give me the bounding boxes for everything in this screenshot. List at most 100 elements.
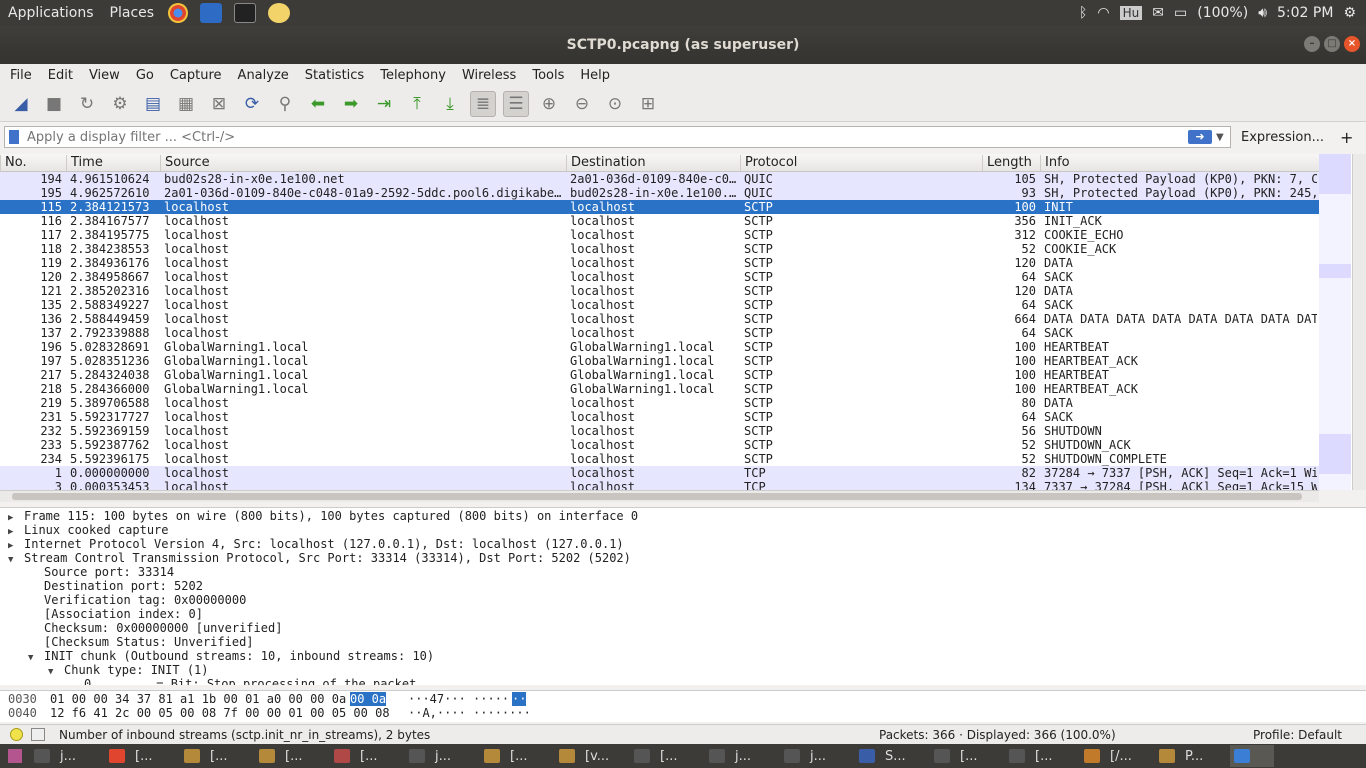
apply-filter-arrow-icon[interactable]: ➜ xyxy=(1188,130,1212,144)
packet-row[interactable]: 231 5.592317727 localhost localhost SCTP 64 SA… xyxy=(0,410,1319,424)
packet-row[interactable]: 195 4.962572610 2a01-036d-0109-840e-c048-0… xyxy=(0,186,1319,200)
go-first-icon[interactable]: ⤒ xyxy=(404,91,430,117)
taskbar-window-button[interactable]: [... xyxy=(480,745,552,767)
packet-list-scrollbar[interactable] xyxy=(1319,154,1366,490)
colorize-icon[interactable]: ☰ xyxy=(503,90,529,117)
volume-icon[interactable]: 🔊︎ xyxy=(1258,5,1267,21)
taskbar-window-button[interactable]: [... xyxy=(330,745,402,767)
packet-row[interactable]: 232 5.592369159 localhost localhost SCTP 56 SH… xyxy=(0,424,1319,438)
terminal-icon[interactable] xyxy=(234,3,257,23)
taskbar-window-button[interactable]: [v... xyxy=(555,745,627,767)
find-packet-icon[interactable]: ⚲ xyxy=(272,91,298,117)
close-button[interactable]: × xyxy=(1344,36,1360,52)
detail-row[interactable]: ▼ Stream Control Transmission Protocol, S… xyxy=(8,551,631,565)
scrollbar-thumb[interactable] xyxy=(12,493,1302,500)
taskbar-window-button[interactable]: [... xyxy=(255,745,327,767)
menu-wireless[interactable]: Wireless xyxy=(452,68,522,83)
taskbar-window-button[interactable]: j... xyxy=(780,745,852,767)
menu-tools[interactable]: Tools xyxy=(522,68,570,83)
go-last-icon[interactable]: ⤓ xyxy=(437,91,463,117)
expanded-triangle-icon[interactable]: ▼ xyxy=(8,553,18,567)
thunderbird-icon[interactable] xyxy=(200,3,223,23)
menu-help[interactable]: Help xyxy=(570,68,616,83)
detail-row[interactable]: ▼ Chunk type: INIT (1) xyxy=(48,663,209,677)
packet-row[interactable]: 119 2.384936176 localhost localhost SCTP 120 D… xyxy=(0,256,1319,270)
menu-telephony[interactable]: Telephony xyxy=(370,68,452,83)
reload-file-icon[interactable]: ⟳ xyxy=(239,91,265,117)
applications-menu[interactable]: Applications xyxy=(0,5,102,21)
column-header-time[interactable]: Time xyxy=(66,155,160,171)
column-header-info[interactable]: Info xyxy=(1040,155,1319,171)
taskbar-window-button[interactable]: [... xyxy=(930,745,1002,767)
detail-row[interactable]: ▶ Internet Protocol Version 4, Src: local… xyxy=(8,537,624,551)
zoom-in-icon[interactable]: ⊕ xyxy=(536,91,562,117)
minimize-button[interactable]: – xyxy=(1304,36,1320,52)
display-filter-input[interactable] xyxy=(27,129,1188,145)
packet-row[interactable]: 121 2.385202316 localhost localhost SCTP 120 D… xyxy=(0,284,1319,298)
packet-row[interactable]: 136 2.588449459 localhost localhost SCTP 664 D… xyxy=(0,312,1319,326)
keyboard-layout[interactable]: Hu xyxy=(1119,6,1143,20)
stop-capture-icon[interactable]: ■ xyxy=(41,91,67,117)
menu-capture[interactable]: Capture xyxy=(160,68,228,83)
places-menu[interactable]: Places xyxy=(102,5,163,21)
restart-capture-icon[interactable]: ↻ xyxy=(74,91,100,117)
menu-statistics[interactable]: Statistics xyxy=(295,68,370,83)
column-header-length[interactable]: Length xyxy=(982,155,1040,171)
chrome-icon[interactable] xyxy=(168,3,189,23)
horizontal-scrollbar[interactable] xyxy=(0,490,1319,502)
packet-row[interactable]: 219 5.389706588 localhost localhost SCTP 80 DA… xyxy=(0,396,1319,410)
packet-row[interactable]: 115 2.384121573 localhost localhost SCTP 100 I… xyxy=(0,200,1319,214)
column-header-no[interactable]: No. xyxy=(0,155,66,171)
detail-row[interactable]: ▶ Linux cooked capture xyxy=(8,523,169,537)
packet-row[interactable]: 217 5.284324038 GlobalWarning1.local Global… xyxy=(0,368,1319,382)
packet-row[interactable]: 234 5.592396175 localhost localhost SCTP 52 SH… xyxy=(0,452,1319,466)
go-forward-icon[interactable]: ➡ xyxy=(338,91,364,117)
detail-row[interactable]: [Association index: 0] xyxy=(38,607,203,621)
capture-options-gear-icon[interactable]: ⚙ xyxy=(107,91,133,117)
go-to-packet-icon[interactable]: ⇥ xyxy=(371,91,397,117)
packet-row[interactable]: 118 2.384238553 localhost localhost SCTP 52 CO… xyxy=(0,242,1319,256)
maximize-button[interactable]: □ xyxy=(1324,36,1340,52)
taskbar-window-button[interactable] xyxy=(1230,745,1274,767)
taskbar-window-button[interactable]: [... xyxy=(105,745,177,767)
taskbar-window-button[interactable]: P... xyxy=(1155,745,1227,767)
taskbar-window-button[interactable]: S... xyxy=(855,745,927,767)
packet-row[interactable]: 135 2.588349227 localhost localhost SCTP 64 SA… xyxy=(0,298,1319,312)
add-filter-button[interactable]: + xyxy=(1340,128,1353,147)
vertical-scrollbar-track[interactable] xyxy=(1352,154,1366,490)
profile-label[interactable]: Profile: Default xyxy=(1253,728,1342,742)
menu-analyze[interactable]: Analyze xyxy=(228,68,295,83)
show-desktop-icon[interactable] xyxy=(8,749,22,763)
taskbar-window-button[interactable]: j... xyxy=(705,745,777,767)
zoom-normal-icon[interactable]: ⊙ xyxy=(602,91,628,117)
expanded-triangle-icon[interactable]: ▼ xyxy=(48,665,58,679)
mail-icon[interactable]: ✉ xyxy=(1152,5,1164,21)
menu-view[interactable]: View xyxy=(79,68,126,83)
expanded-triangle-icon[interactable]: ▼ xyxy=(28,651,38,665)
filter-history-dropdown-icon[interactable]: ▼ xyxy=(1216,132,1230,143)
column-header-protocol[interactable]: Protocol xyxy=(740,155,982,171)
packet-row[interactable]: 120 2.384958667 localhost localhost SCTP 64 SA… xyxy=(0,270,1319,284)
expert-info-icon[interactable] xyxy=(10,728,23,741)
battery-icon[interactable]: ▭ xyxy=(1174,5,1187,21)
taskbar-window-button[interactable]: [/... xyxy=(1080,745,1152,767)
detail-row[interactable]: [Checksum Status: Unverified] xyxy=(38,635,254,649)
packet-row[interactable]: 3 0.000353453 localhost localhost TCP 134 7337… xyxy=(0,480,1319,490)
detail-row[interactable]: Verification tag: 0x00000000 xyxy=(38,593,246,607)
packet-minimap[interactable] xyxy=(1319,154,1351,490)
packet-row[interactable]: 117 2.384195775 localhost localhost SCTP 312 C… xyxy=(0,228,1319,242)
resize-columns-icon[interactable]: ⊞ xyxy=(635,91,661,117)
packet-row[interactable]: 137 2.792339888 localhost localhost SCTP 64 SA… xyxy=(0,326,1319,340)
packet-row[interactable]: 197 5.028351236 GlobalWarning1.local Global… xyxy=(0,354,1319,368)
bookmark-icon[interactable] xyxy=(9,130,19,144)
detail-row[interactable]: Checksum: 0x00000000 [unverified] xyxy=(38,621,282,635)
packet-row[interactable]: 194 4.961510624 bud02s28-in-x0e.1e100.net 2… xyxy=(0,172,1319,186)
autoscroll-icon[interactable]: ≣ xyxy=(470,90,496,117)
menu-go[interactable]: Go xyxy=(126,68,160,83)
packet-row[interactable]: 1 0.000000000 localhost localhost TCP 82 37284… xyxy=(0,466,1319,480)
taskbar-window-button[interactable]: j... xyxy=(405,745,477,767)
clock[interactable]: 5:02 PM xyxy=(1277,5,1333,21)
menu-edit[interactable]: Edit xyxy=(38,68,79,83)
close-file-icon[interactable]: ⊠ xyxy=(206,91,232,117)
taskbar-window-button[interactable]: [... xyxy=(630,745,702,767)
